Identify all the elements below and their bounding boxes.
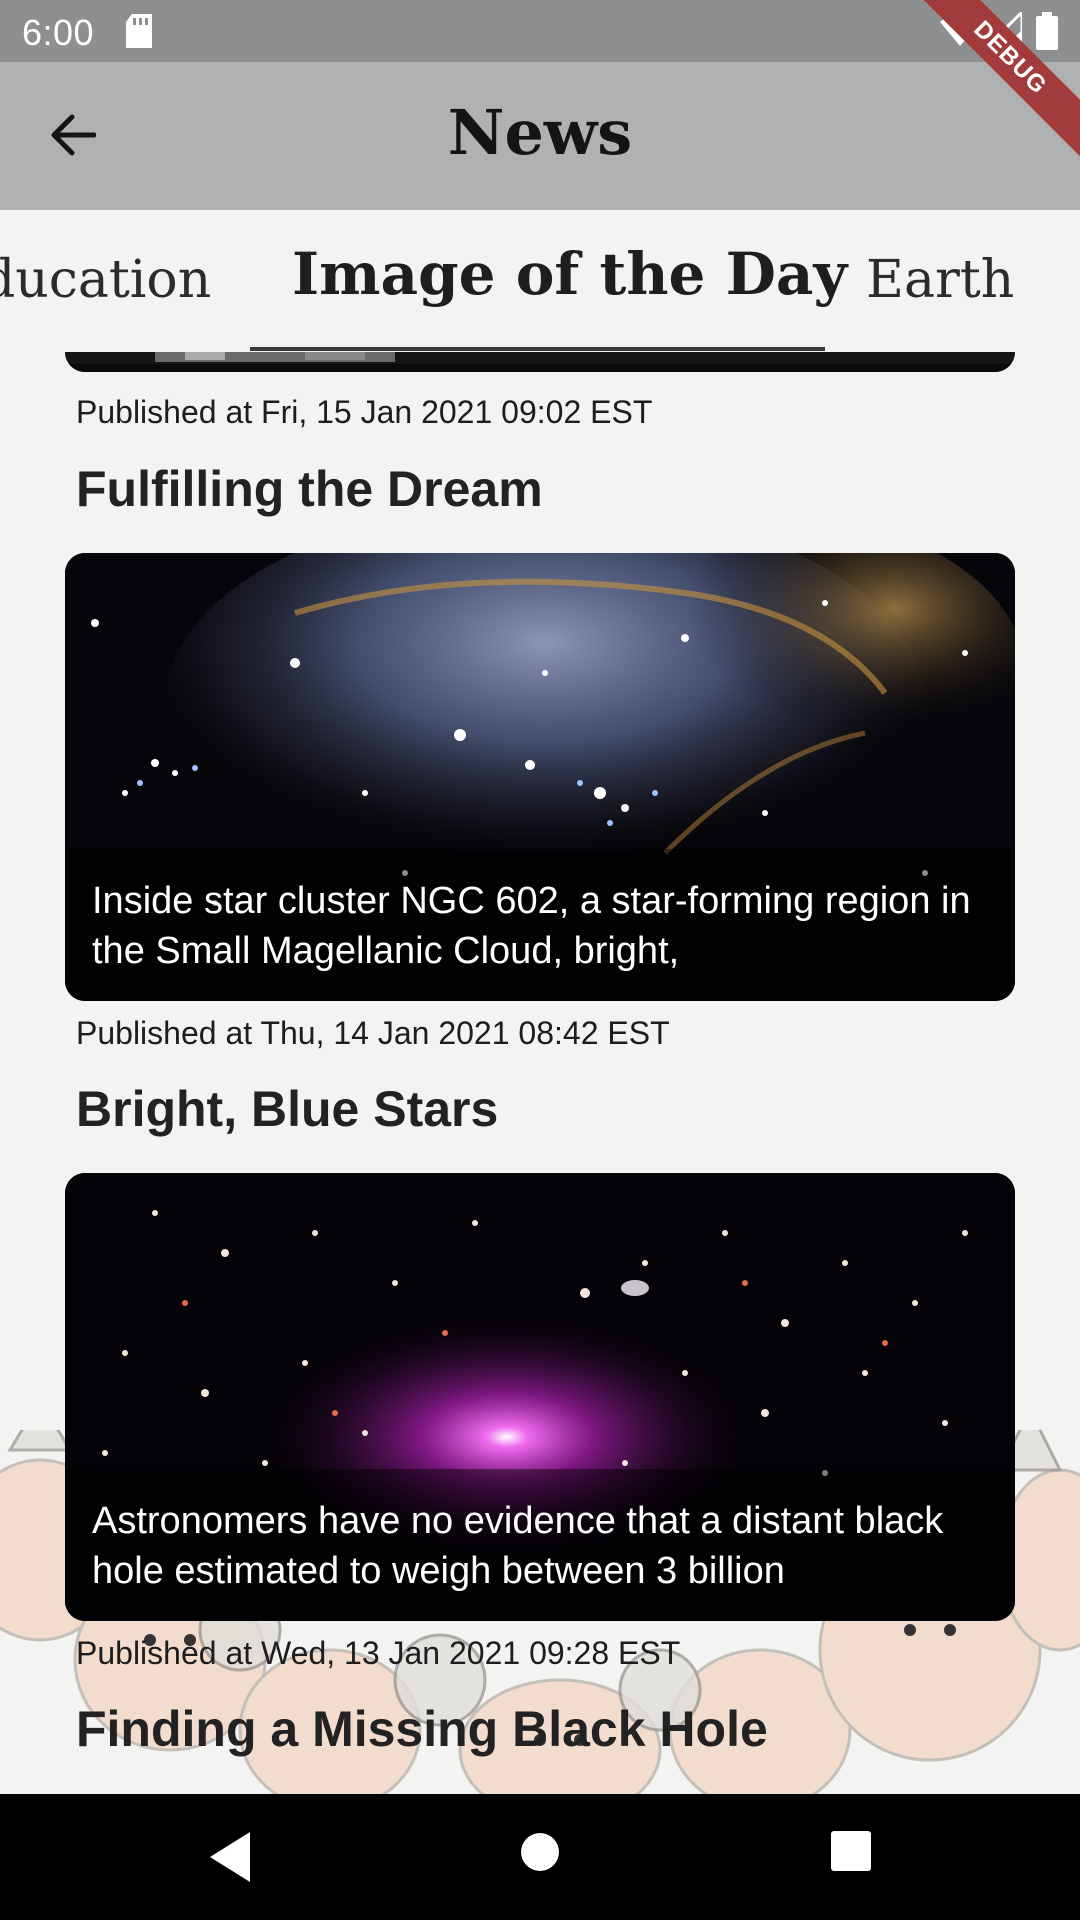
tab-education[interactable]: ducation <box>0 250 211 310</box>
article-image[interactable]: Astronomers have no evidence that a dist… <box>65 1173 1015 1621</box>
image-caption: Astronomers have no evidence that a dist… <box>92 1500 944 1592</box>
news-feed[interactable]: Published at Fri, 15 Jan 2021 09:02 EST … <box>0 352 1080 1794</box>
content-sheet: ducation Image of the Day Earth Publishe… <box>0 210 1080 1794</box>
nav-recents-icon[interactable] <box>830 1830 872 1872</box>
battery-icon <box>1036 12 1058 50</box>
category-tab-bar: ducation Image of the Day Earth <box>0 210 1080 352</box>
article-image[interactable] <box>65 352 1015 372</box>
nav-home-icon[interactable] <box>520 1832 560 1872</box>
article-title[interactable]: Fulfilling the Dream <box>76 460 543 518</box>
caption-overlay: Astronomers have no evidence that a dist… <box>65 1469 1015 1621</box>
tab-indicator <box>250 347 825 351</box>
image-caption: Inside star cluster NGC 602, a star-form… <box>92 880 971 972</box>
system-nav-bar <box>0 1794 1080 1920</box>
article-title[interactable]: Bright, Blue Stars <box>76 1080 498 1138</box>
article-published-date: Published at Thu, 14 Jan 2021 08:42 EST <box>76 1015 670 1051</box>
sd-card-icon <box>126 14 152 48</box>
article-published-date: Published at Fri, 15 Jan 2021 09:02 EST <box>76 394 653 430</box>
caption-overlay: Inside star cluster NGC 602, a star-form… <box>65 849 1015 1001</box>
app-bar: News <box>0 62 1080 210</box>
status-time: 6:00 <box>22 12 95 53</box>
status-bar: 6:00 <box>0 0 1080 62</box>
nav-back-icon[interactable] <box>206 1830 260 1884</box>
tab-image-of-the-day[interactable]: Image of the Day <box>292 240 847 308</box>
tab-earth[interactable]: Earth <box>866 250 1014 310</box>
article-image[interactable]: Inside star cluster NGC 602, a star-form… <box>65 553 1015 1001</box>
article-title[interactable]: Finding a Missing Black Hole <box>76 1700 768 1758</box>
page-title: News <box>447 96 633 169</box>
article-published-date: Published at Wed, 13 Jan 2021 09:28 EST <box>76 1635 681 1671</box>
